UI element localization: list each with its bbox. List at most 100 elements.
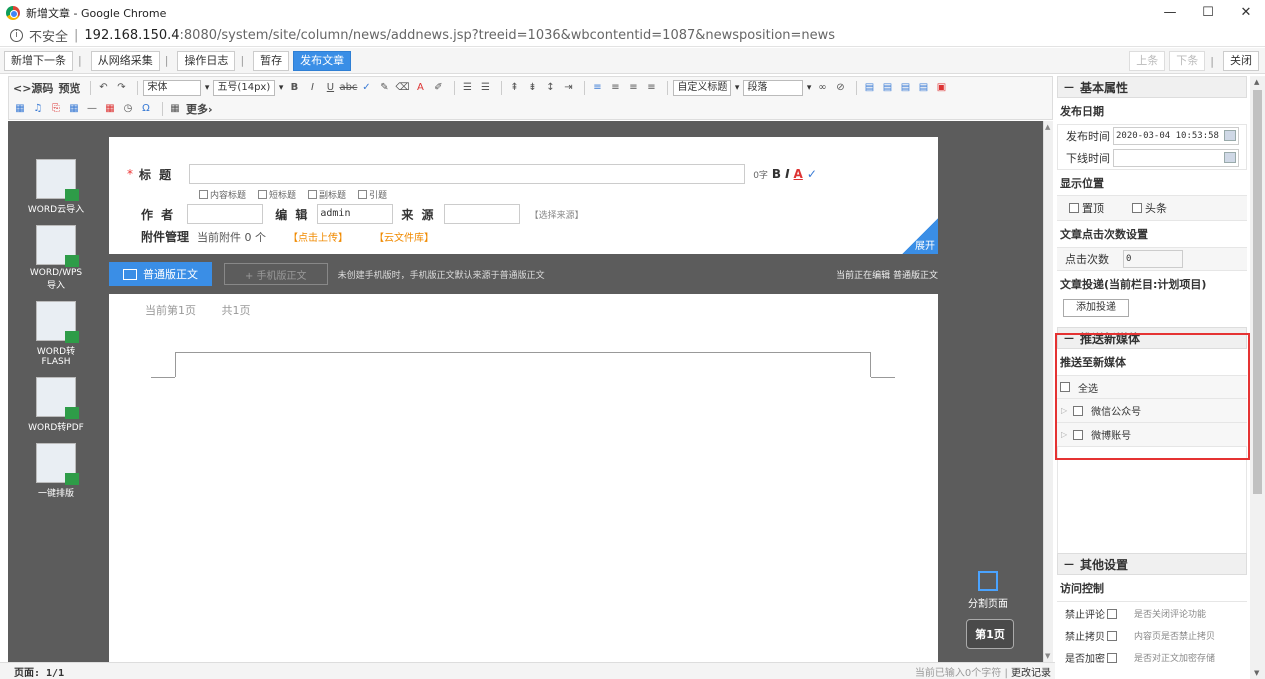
title-italic-icon[interactable]: I xyxy=(785,167,789,181)
cloud-library-link[interactable]: 【云文件库】 xyxy=(374,229,434,244)
source-input[interactable] xyxy=(443,204,520,224)
image-right-icon[interactable]: ▤ xyxy=(898,81,912,95)
word-to-flash-tool[interactable]: WORD转FLASH xyxy=(26,301,86,367)
minimize-button[interactable]: — xyxy=(1151,0,1189,25)
document-body[interactable]: 当前第1页 共1页 xyxy=(109,294,938,662)
preview-button[interactable]: 预览 xyxy=(58,80,80,96)
editor-scrollbar[interactable]: ▲ ▼ xyxy=(1043,121,1053,662)
para-spacing-after-icon[interactable]: ⇟ xyxy=(525,81,539,95)
title-input[interactable] xyxy=(189,164,746,184)
next-button[interactable]: 下条 xyxy=(1169,51,1206,71)
custom-heading-select[interactable]: 自定义标题 xyxy=(673,79,739,96)
choose-source-link[interactable]: 【选择来源】 xyxy=(530,208,584,221)
insert-table-icon[interactable]: ▦ xyxy=(67,102,81,116)
italic-icon[interactable]: I xyxy=(305,81,319,95)
insert-image-icon[interactable]: ▣ xyxy=(934,81,948,95)
table-grid-icon[interactable]: ▦ xyxy=(168,102,182,116)
offline-time-input[interactable] xyxy=(1113,149,1239,167)
web-collect-button[interactable]: 从网络采集 xyxy=(90,50,160,71)
history-link[interactable]: 更改记录 xyxy=(1011,668,1051,679)
encrypt-checkbox[interactable]: 是否加密 xyxy=(1065,650,1120,665)
calendar-icon[interactable] xyxy=(1224,152,1236,163)
redo-icon[interactable]: ↷ xyxy=(114,81,128,95)
title-bold-icon[interactable]: B xyxy=(772,167,781,181)
ordered-list-icon[interactable]: ☰ xyxy=(460,81,474,95)
tab-normal-body[interactable]: 普通版正文 xyxy=(109,262,212,286)
indent-icon[interactable]: ⇥ xyxy=(561,81,575,95)
add-next-button[interactable]: 新增下一条 xyxy=(4,50,73,71)
scroll-thumb[interactable] xyxy=(1253,90,1262,494)
highlight-color-icon[interactable]: ✐ xyxy=(431,81,445,95)
format-brush-icon[interactable]: ✎ xyxy=(377,81,391,95)
title-color-icon[interactable]: A xyxy=(794,167,803,181)
author-input[interactable] xyxy=(187,204,264,224)
insert-time-icon[interactable]: ◷ xyxy=(121,102,135,116)
spellcheck-icon[interactable]: ✓ xyxy=(359,81,373,95)
one-click-layout-tool[interactable]: 一键排版 xyxy=(26,443,86,499)
op-log-button[interactable]: 操作日志 xyxy=(177,50,236,71)
no-comment-checkbox[interactable]: 禁止评论 xyxy=(1065,606,1120,621)
click-count-input[interactable]: 0 xyxy=(1123,250,1183,268)
align-center-icon[interactable]: ≡ xyxy=(608,81,622,95)
font-size-select[interactable]: 五号(14px) xyxy=(213,79,283,96)
calendar-icon[interactable] xyxy=(1224,130,1236,141)
headline-checkbox[interactable]: 头条 xyxy=(1132,200,1167,216)
unlink-icon[interactable]: ⊘ xyxy=(833,81,847,95)
insert-video-icon[interactable]: ▦ xyxy=(13,102,27,116)
tab-mobile-body[interactable]: + 手机版正文 xyxy=(224,263,328,285)
pin-top-checkbox[interactable]: 置顶 xyxy=(1069,200,1104,216)
info-icon[interactable]: i xyxy=(10,29,23,42)
para-spacing-before-icon[interactable]: ⇞ xyxy=(507,81,521,95)
insert-music-icon[interactable]: ♫ xyxy=(31,102,45,116)
url-path[interactable]: :8080/system/site/column/news/addnews.js… xyxy=(180,28,836,43)
underline-icon[interactable]: U xyxy=(323,81,337,95)
save-draft-button[interactable]: 暂存 xyxy=(253,50,290,71)
undo-icon[interactable]: ↶ xyxy=(96,81,110,95)
no-copy-checkbox[interactable]: 禁止拷贝 xyxy=(1065,628,1120,643)
image-left-icon[interactable]: ▤ xyxy=(862,81,876,95)
line-height-icon[interactable]: ↕ xyxy=(543,81,557,95)
align-justify-icon[interactable]: ≡ xyxy=(644,81,658,95)
expand-button[interactable]: 展开 xyxy=(902,218,938,254)
word-to-pdf-tool[interactable]: WORD转PDF xyxy=(26,377,86,433)
unordered-list-icon[interactable]: ☰ xyxy=(478,81,492,95)
image-center-icon[interactable]: ▤ xyxy=(916,81,930,95)
security-label[interactable]: 不安全 xyxy=(29,26,68,45)
insert-date-icon[interactable]: ▦ xyxy=(103,102,117,116)
split-page-button[interactable]: 分割页面 xyxy=(958,571,1018,610)
add-delivery-button[interactable]: 添加投递 xyxy=(1063,299,1129,317)
image-none-icon[interactable]: ▤ xyxy=(880,81,894,95)
clear-format-icon[interactable]: ⌫ xyxy=(395,81,409,95)
special-char-icon[interactable]: Ω xyxy=(139,102,153,116)
upload-link[interactable]: 【点击上传】 xyxy=(288,229,348,244)
content-title-option[interactable]: 内容标题 xyxy=(199,188,246,201)
align-right-icon[interactable]: ≡ xyxy=(626,81,640,95)
horizontal-line-icon[interactable]: — xyxy=(85,102,99,116)
subtitle-option[interactable]: 副标题 xyxy=(308,188,346,201)
other-settings-header[interactable]: 其他设置 xyxy=(1057,553,1247,575)
word-cloud-import-tool[interactable]: WORD云导入 xyxy=(26,159,86,215)
strikethrough-icon[interactable]: abc xyxy=(339,81,357,95)
url-host[interactable]: 192.168.150.4 xyxy=(84,28,179,43)
bold-icon[interactable]: B xyxy=(287,81,301,95)
right-panel-scrollbar[interactable]: ▲ ▼ xyxy=(1250,76,1265,679)
editor-input[interactable]: admin xyxy=(317,204,394,224)
prev-button[interactable]: 上条 xyxy=(1129,51,1166,71)
font-color-icon[interactable]: A xyxy=(413,81,427,95)
basic-props-header[interactable]: 基本属性 xyxy=(1057,76,1247,98)
close-button[interactable]: 关闭 xyxy=(1223,51,1259,71)
more-button[interactable]: 更多› xyxy=(186,101,213,117)
link-icon[interactable]: ∞ xyxy=(815,81,829,95)
maximize-button[interactable]: ☐ xyxy=(1189,0,1227,25)
publish-button[interactable]: 发布文章 xyxy=(293,50,352,71)
align-left-icon[interactable]: ≡ xyxy=(590,81,604,95)
close-window-button[interactable]: ✕ xyxy=(1227,0,1265,25)
short-title-option[interactable]: 短标题 xyxy=(258,188,296,201)
publish-time-input[interactable]: 2020-03-04 10:53:58 xyxy=(1113,127,1239,145)
paragraph-select[interactable]: 段落 xyxy=(743,79,811,96)
source-button[interactable]: <>源码 xyxy=(13,80,53,96)
title-spell-icon[interactable]: ✓ xyxy=(807,167,817,181)
page-badge[interactable]: 第1页 xyxy=(966,619,1014,649)
word-wps-import-tool[interactable]: WORD/WPS导入 xyxy=(26,225,86,291)
lead-title-option[interactable]: 引题 xyxy=(358,188,387,201)
